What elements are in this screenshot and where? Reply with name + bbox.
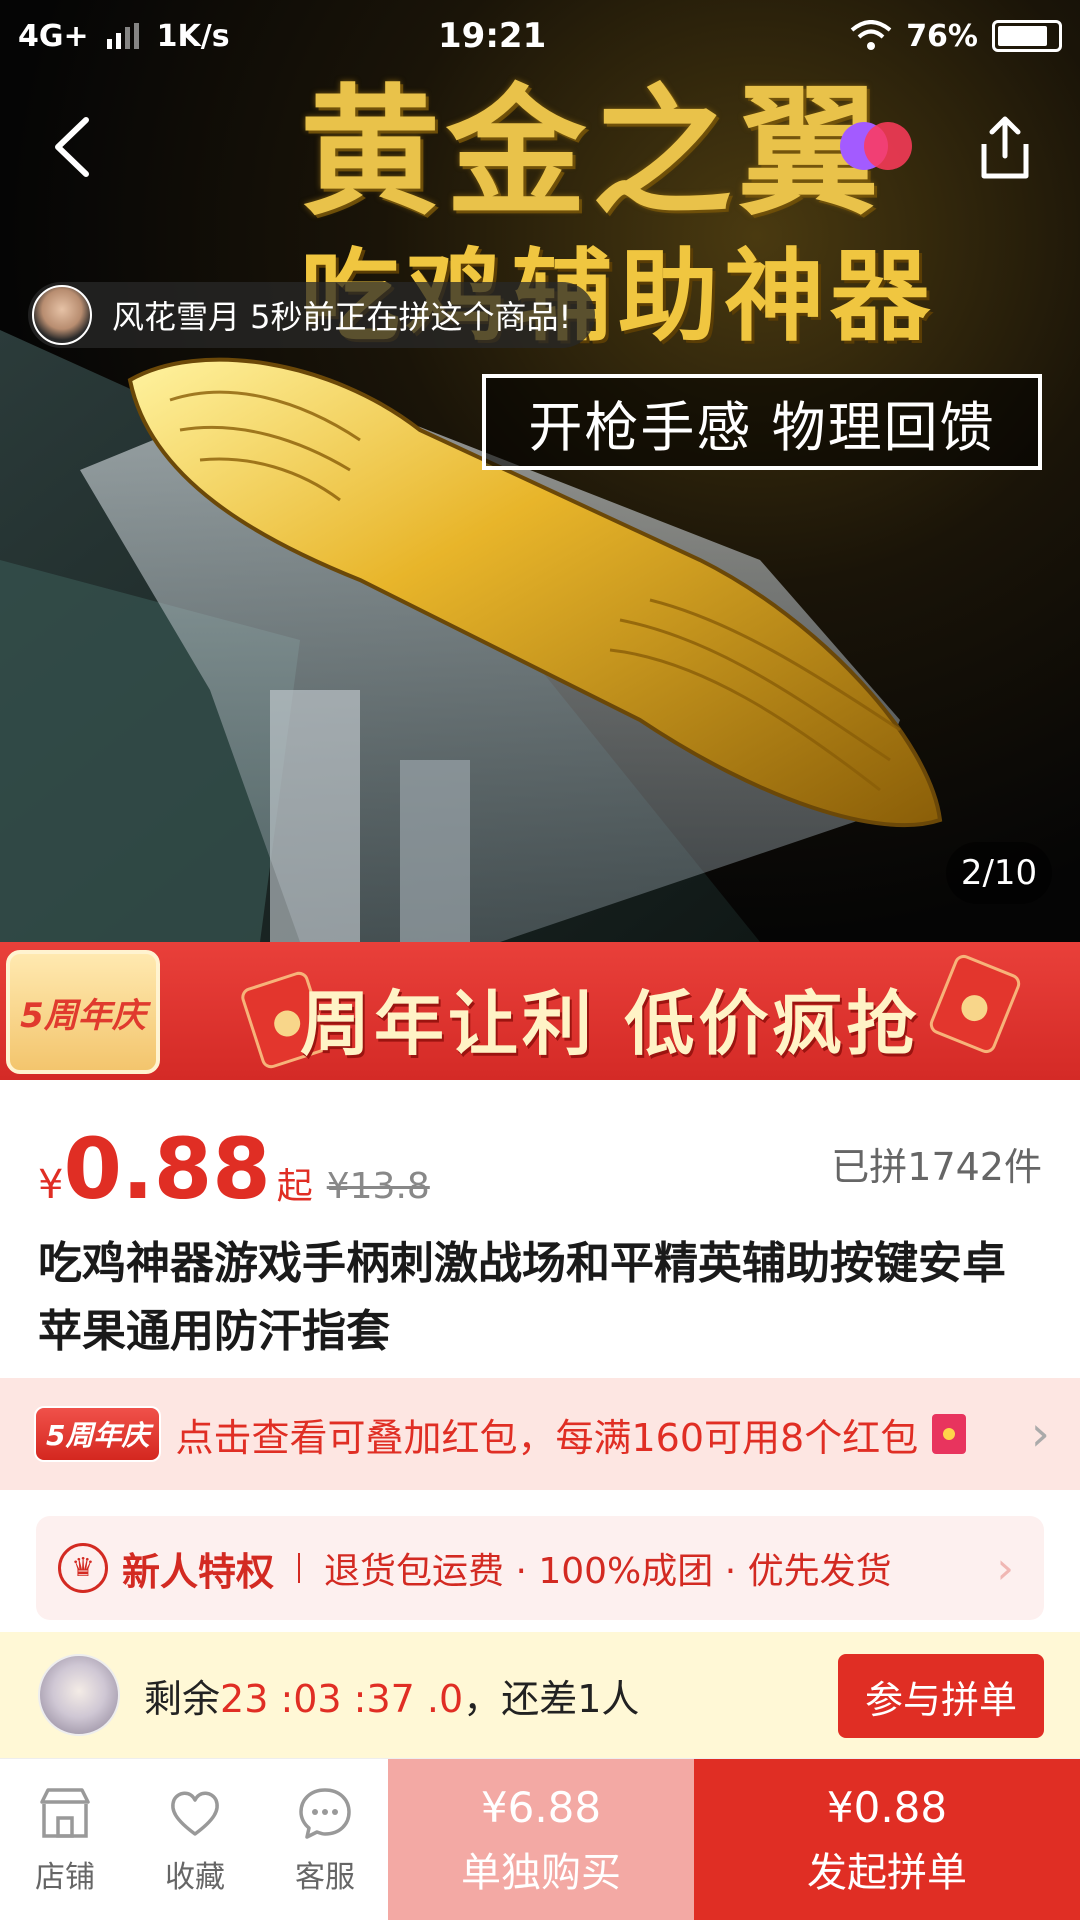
group-label: 发起拼单 [807, 1849, 967, 1896]
customer-service-button[interactable]: 客服 [260, 1759, 390, 1920]
battery-percent: 76% [906, 18, 978, 54]
app-logo-icon[interactable] [836, 118, 916, 174]
avatar [32, 285, 92, 345]
live-buyer-ticker: 风花雪月 5秒前正在拼这个商品! [28, 282, 596, 348]
start-group-button[interactable]: ¥0.88 发起拼单 [694, 1759, 1080, 1920]
clock: 19:21 [438, 16, 547, 56]
anniversary-badge: 5周年庆 [6, 950, 160, 1074]
price-row: ¥ 0.88 起 ¥13.8 [38, 1120, 430, 1218]
status-bar: 4G+ 1K/s 19:21 76% [0, 0, 1080, 72]
red-packet-icon [932, 1414, 967, 1454]
coupon-text: 点击查看可叠加红包，每满160可用8个红包 [175, 1415, 919, 1460]
avatar [38, 1654, 120, 1736]
promo-text: 周年让利 低价疯抢 [300, 983, 921, 1065]
hero-tagline: 开枪手感 物理回馈 [482, 374, 1042, 470]
anniversary-tag: 5周年庆 [34, 1406, 162, 1462]
anniversary-promo-banner[interactable]: 5周年庆 周年让利 低价疯抢 [0, 942, 1080, 1080]
favorite-label: 收藏 [165, 1859, 225, 1895]
price-currency: ¥ [38, 1162, 64, 1208]
buy-alone-label: 单独购买 [461, 1849, 621, 1896]
service-label: 客服 [295, 1859, 355, 1895]
wifi-icon [850, 20, 892, 50]
product-title: 吃鸡神器游戏手柄刺激战场和平精英辅助按键安卓苹果通用防汗指套 [38, 1238, 1006, 1357]
store-icon [40, 1787, 90, 1838]
original-price: ¥13.8 [326, 1166, 430, 1207]
network-label: 4G+ [18, 18, 89, 54]
price-value: 0.88 [63, 1120, 271, 1218]
group-prefix: 剩余 [144, 1676, 221, 1721]
image-page-indicator: 2/10 [946, 842, 1052, 904]
chevron-right-icon: › [996, 1542, 1014, 1594]
divider [298, 1553, 301, 1583]
privilege-description: 退货包运费 · 100%成团 · 优先发货 [324, 1551, 892, 1592]
crown-icon: ♛ [58, 1543, 108, 1593]
join-group-button[interactable]: 参与拼单 [838, 1654, 1044, 1738]
favorite-button[interactable]: 收藏 [130, 1759, 260, 1920]
bottom-action-bar: 店铺 收藏 客服 ¥6.88 单独购买 ¥0.88 发起拼单 [0, 1758, 1080, 1920]
network-speed: 1K/s [156, 18, 230, 54]
coupon-bar[interactable]: 5周年庆 点击查看可叠加红包，每满160可用8个红包 › [0, 1378, 1080, 1490]
price-suffix: 起 [276, 1166, 313, 1207]
battery-icon [992, 20, 1062, 52]
share-icon[interactable] [970, 110, 1040, 184]
shop-button[interactable]: 店铺 [0, 1759, 130, 1920]
buy-alone-button[interactable]: ¥6.88 单独购买 [388, 1759, 694, 1920]
sold-count: 已拼1742件 [831, 1145, 1042, 1189]
signal-icon [106, 23, 139, 49]
buy-alone-price: ¥6.88 [480, 1782, 602, 1832]
product-info: ¥ 0.88 起 ¥13.8 已拼1742件 吃鸡神器游戏手柄刺激战场和平精英辅… [0, 1080, 1080, 1380]
chat-bubble-icon [299, 1787, 351, 1839]
group-status: 剩余23 :03 :37 .0，还差1人 [144, 1668, 639, 1723]
shop-label: 店铺 [35, 1859, 95, 1895]
back-icon[interactable] [40, 110, 104, 184]
group-suffix: ，还差1人 [463, 1676, 640, 1721]
countdown-timer: 23 :03 :37 .0 [220, 1676, 464, 1721]
chevron-right-icon: › [1030, 1406, 1050, 1462]
product-image-carousel[interactable]: 4G+ 1K/s 19:21 76% 黄金之翼 吃鸡辅助神器 开枪手感 物理回馈… [0, 0, 1080, 942]
new-user-privilege[interactable]: ♛ 新人特权 退货包运费 · 100%成团 · 优先发货 › [36, 1516, 1044, 1620]
heart-icon [171, 1791, 219, 1836]
group-price: ¥0.88 [826, 1782, 948, 1832]
open-group-row: 剩余23 :03 :37 .0，还差1人 参与拼单 [0, 1632, 1080, 1758]
ticker-text: 风花雪月 5秒前正在拼这个商品! [112, 298, 572, 336]
red-envelope-icon [926, 951, 1024, 1057]
privilege-title: 新人特权 [122, 1549, 275, 1594]
